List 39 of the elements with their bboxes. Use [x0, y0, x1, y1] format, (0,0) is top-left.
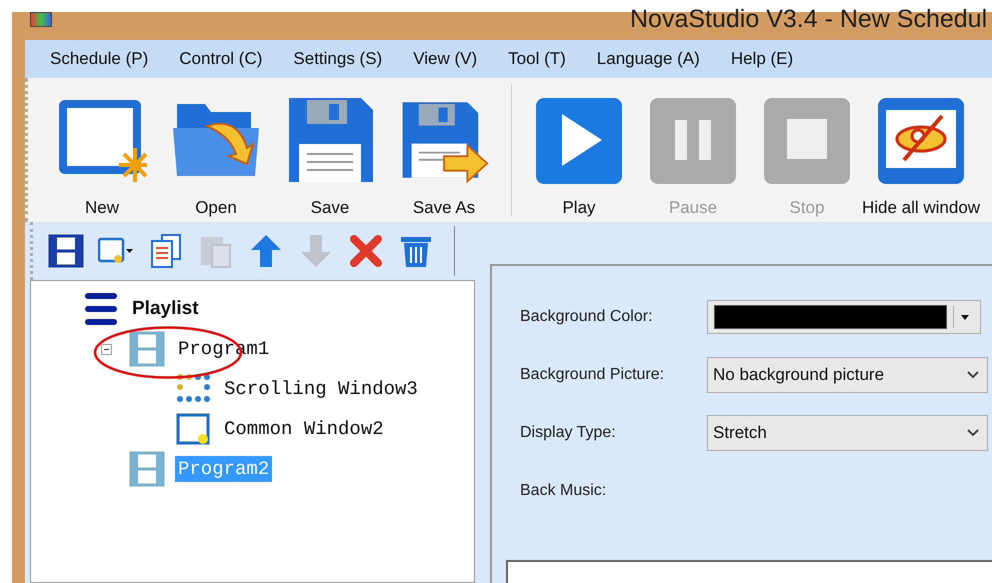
- toolbar-button[interactable]: New: [45, 78, 159, 219]
- field-label: Background Color:: [520, 308, 654, 326]
- menu-item[interactable]: Control (C): [179, 49, 262, 69]
- menu-item[interactable]: Settings (S): [293, 49, 382, 69]
- field-label: Display Type:: [520, 424, 617, 442]
- app-icon: [30, 12, 52, 27]
- list-lines-icon: [83, 291, 119, 327]
- window-title: NovaStudio V3.4 - New Schedul: [630, 5, 988, 34]
- chevron-down-icon: [967, 371, 979, 379]
- copy-icon[interactable]: [148, 233, 184, 269]
- play-icon: [534, 96, 624, 184]
- toolbar-button[interactable]: Open: [159, 78, 273, 219]
- crossed-eye-icon: [876, 96, 966, 184]
- film-strip-icon[interactable]: [48, 233, 84, 269]
- toolbar-button[interactable]: Hide all window: [864, 78, 978, 219]
- collapse-toggle[interactable]: [101, 344, 112, 354]
- dropdown[interactable]: Stretch: [707, 415, 988, 451]
- tree-item[interactable]: Playlist: [129, 296, 202, 322]
- menu-item[interactable]: Language (A): [596, 49, 700, 69]
- film-strip-icon: [129, 331, 165, 367]
- menu-item[interactable]: Help (E): [730, 49, 794, 69]
- toolbar-button[interactable]: Save: [273, 78, 387, 219]
- tree-item[interactable]: Common Window2: [221, 416, 387, 442]
- delete-icon[interactable]: [348, 233, 384, 269]
- dropdown[interactable]: No background picture: [707, 357, 988, 393]
- menu-item[interactable]: View (V): [413, 49, 478, 69]
- tree-item[interactable]: Scrolling Window3: [221, 376, 421, 402]
- menu-item[interactable]: Schedule (P): [50, 49, 148, 69]
- color-picker[interactable]: [707, 300, 981, 334]
- field-label: Back Music:: [520, 482, 608, 500]
- film-strip-icon: [129, 451, 165, 487]
- field-label: Background Picture:: [520, 366, 666, 384]
- stop-icon: [762, 96, 852, 184]
- toolbar-button[interactable]: Save As: [387, 78, 501, 219]
- chevron-down-icon: [967, 429, 979, 437]
- pause-icon: [648, 96, 738, 184]
- toolbar-button[interactable]: Play: [522, 78, 636, 219]
- window-icon: [175, 411, 211, 447]
- menu-item[interactable]: Tool (T): [508, 49, 566, 69]
